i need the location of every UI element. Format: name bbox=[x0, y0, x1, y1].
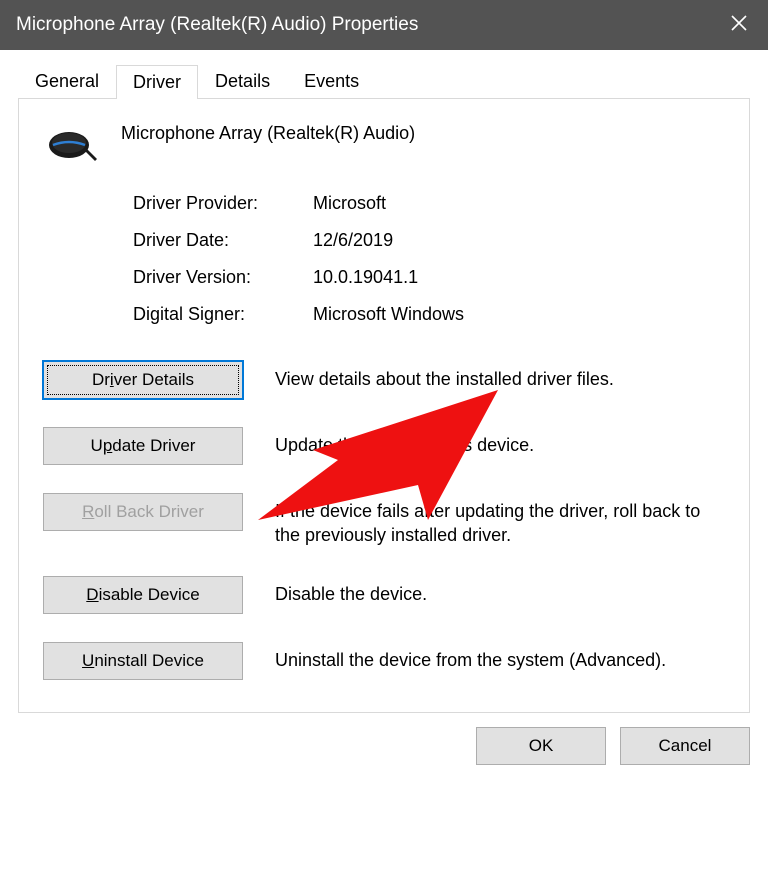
action-row-rollback: Roll Back Driver If the device fails aft… bbox=[43, 493, 725, 548]
driver-info-grid: Driver Provider: Microsoft Driver Date: … bbox=[133, 193, 725, 325]
dialog-body: General Driver Details Events Microphone… bbox=[0, 50, 768, 783]
device-header: Microphone Array (Realtek(R) Audio) bbox=[47, 119, 725, 163]
action-row-uninstall: Uninstall Device Uninstall the device fr… bbox=[43, 642, 725, 680]
microphone-device-icon bbox=[47, 123, 101, 163]
driver-date-value: 12/6/2019 bbox=[313, 230, 725, 251]
uninstall-device-button[interactable]: Uninstall Device bbox=[43, 642, 243, 680]
roll-back-driver-button: Roll Back Driver bbox=[43, 493, 243, 531]
driver-details-button[interactable]: Driver Details bbox=[43, 361, 243, 399]
uninstall-device-desc: Uninstall the device from the system (Ad… bbox=[275, 642, 725, 672]
info-row-provider: Driver Provider: Microsoft bbox=[133, 193, 725, 214]
disable-device-desc: Disable the device. bbox=[275, 576, 725, 606]
roll-back-driver-desc: If the device fails after updating the d… bbox=[275, 493, 725, 548]
cancel-button[interactable]: Cancel bbox=[620, 727, 750, 765]
driver-version-value: 10.0.19041.1 bbox=[313, 267, 725, 288]
info-row-version: Driver Version: 10.0.19041.1 bbox=[133, 267, 725, 288]
action-row-disable: Disable Device Disable the device. bbox=[43, 576, 725, 614]
digital-signer-label: Digital Signer: bbox=[133, 304, 313, 325]
titlebar: Microphone Array (Realtek(R) Audio) Prop… bbox=[0, 0, 768, 50]
tab-general[interactable]: General bbox=[18, 64, 116, 98]
action-row-details: Driver Details View details about the in… bbox=[43, 361, 725, 399]
update-driver-button[interactable]: Update Driver bbox=[43, 427, 243, 465]
device-name: Microphone Array (Realtek(R) Audio) bbox=[121, 119, 415, 144]
update-driver-desc: Update the driver for this device. bbox=[275, 427, 725, 457]
info-row-date: Driver Date: 12/6/2019 bbox=[133, 230, 725, 251]
driver-details-desc: View details about the installed driver … bbox=[275, 361, 725, 391]
close-icon[interactable] bbox=[726, 12, 752, 38]
driver-provider-value: Microsoft bbox=[313, 193, 725, 214]
disable-device-button[interactable]: Disable Device bbox=[43, 576, 243, 614]
tabstrip: General Driver Details Events bbox=[0, 50, 768, 98]
driver-date-label: Driver Date: bbox=[133, 230, 313, 251]
dialog-button-row: OK Cancel bbox=[0, 727, 768, 783]
tab-panel-driver: Microphone Array (Realtek(R) Audio) Driv… bbox=[18, 98, 750, 713]
tab-details[interactable]: Details bbox=[198, 64, 287, 98]
driver-version-label: Driver Version: bbox=[133, 267, 313, 288]
driver-provider-label: Driver Provider: bbox=[133, 193, 313, 214]
digital-signer-value: Microsoft Windows bbox=[313, 304, 725, 325]
action-row-update: Update Driver Update the driver for this… bbox=[43, 427, 725, 465]
window-title: Microphone Array (Realtek(R) Audio) Prop… bbox=[16, 14, 418, 36]
ok-button[interactable]: OK bbox=[476, 727, 606, 765]
tab-events[interactable]: Events bbox=[287, 64, 376, 98]
tab-driver[interactable]: Driver bbox=[116, 65, 198, 99]
info-row-signer: Digital Signer: Microsoft Windows bbox=[133, 304, 725, 325]
